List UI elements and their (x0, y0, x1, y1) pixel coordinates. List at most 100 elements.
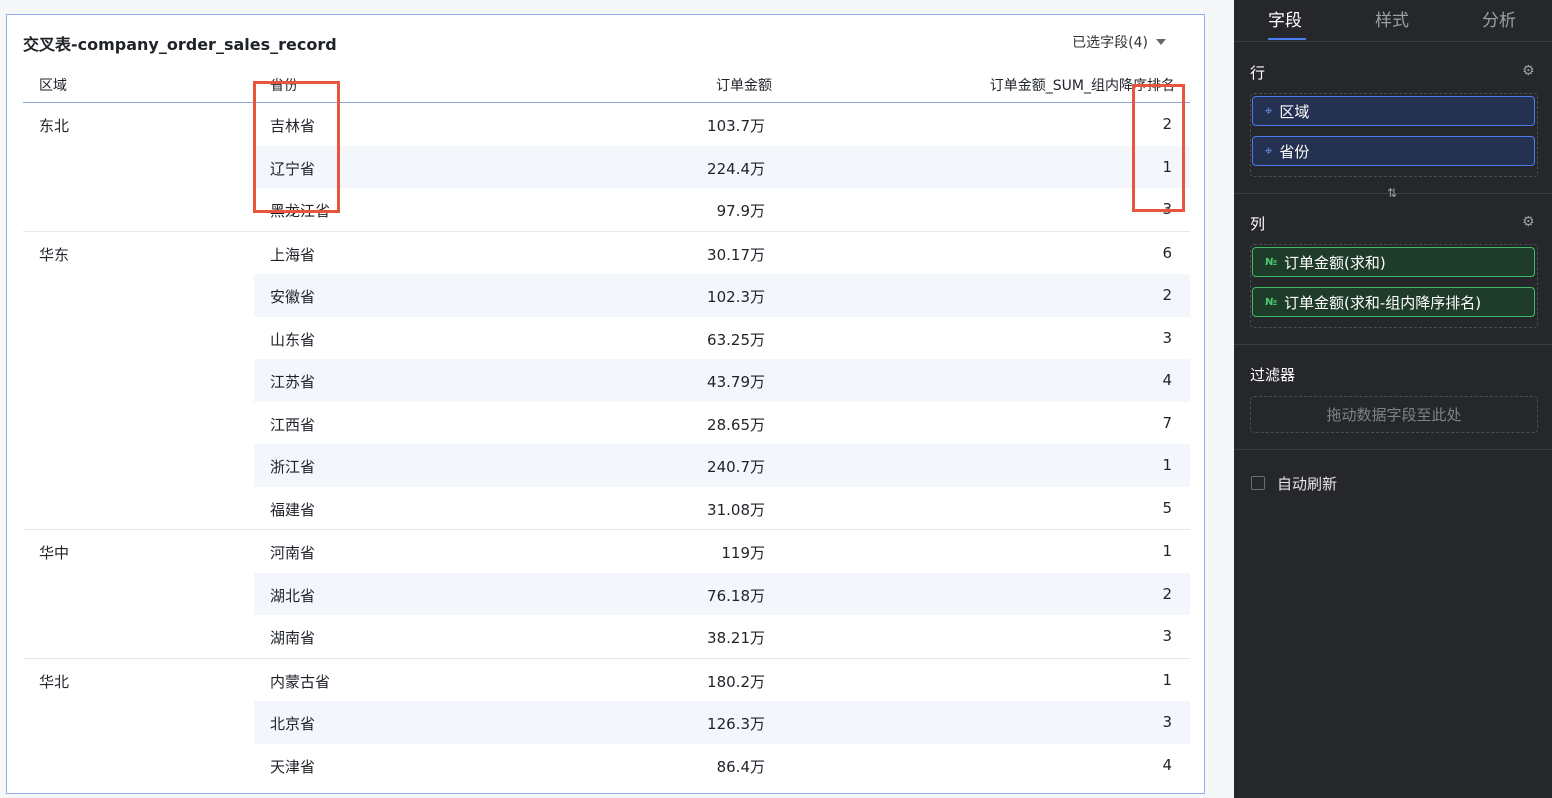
rank-cell: 5 (1162, 498, 1172, 517)
amount-cell: 76.18万 (707, 586, 765, 605)
row-field-pill-province[interactable]: ⌖ 省份 (1252, 136, 1535, 166)
card-title: 交叉表-company_order_sales_record (23, 35, 337, 54)
table-row[interactable]: 江苏省 43.79万 4 (254, 359, 1190, 402)
region-group: 华东 上海省 30.17万 6 安徽省 102.3万 2 山东省 63.25万 3 江苏省 43.79… (23, 232, 1190, 530)
active-tab-indicator (1268, 38, 1306, 40)
number-icon: № (1265, 256, 1278, 268)
number-icon: № (1265, 296, 1278, 308)
table-header: 区域 省份 订单金额 订单金额_SUM_组内降序排名 (23, 69, 1190, 103)
tab-style[interactable]: 样式 (1375, 6, 1409, 31)
columns-gear-icon[interactable]: ⚙ (1522, 215, 1536, 229)
amount-cell: 31.08万 (707, 500, 765, 519)
column-field-label: 订单金额(求和) (1284, 253, 1386, 272)
region-cell[interactable]: 华中 (39, 542, 69, 563)
table-row[interactable]: 河南省 119万 1 (254, 530, 1190, 573)
amount-cell: 43.79万 (707, 373, 765, 391)
column-field-pill-rank[interactable]: № 订单金额(求和-组内降序排名) (1252, 287, 1535, 317)
selected-fields-label: 已选字段(4) (1072, 35, 1148, 51)
table-row[interactable]: 福建省 31.08万 5 (254, 487, 1190, 530)
header-amount[interactable]: 订单金额 (716, 75, 772, 95)
location-pin-icon: ⌖ (1265, 143, 1273, 159)
row-field-pill-region[interactable]: ⌖ 区域 (1252, 96, 1535, 126)
section-divider (1234, 344, 1552, 345)
table-row[interactable]: 山东省 63.25万 3 (254, 317, 1190, 360)
amount-cell: 224.4万 (707, 159, 765, 178)
region-group: 华北 内蒙古省 180.2万 1 北京省 126.3万 3 天津省 86.4万 4 (23, 659, 1190, 787)
table-row[interactable]: 吉林省 103.7万 2 (254, 103, 1190, 146)
column-field-label: 订单金额(求和-组内降序排名) (1284, 293, 1482, 312)
province-cell: 江苏省 (270, 373, 316, 391)
auto-refresh-label: 自动刷新 (1277, 475, 1338, 493)
rows-section-title: 行 (1250, 64, 1266, 82)
amount-cell: 28.65万 (707, 415, 765, 434)
amount-cell: 103.7万 (707, 117, 765, 135)
region-group: 东北 吉林省 103.7万 2 辽宁省 224.4万 1 黑龙江省 97.9万 3 (23, 103, 1190, 232)
filter-section-title: 过滤器 (1250, 366, 1296, 384)
rank-cell: 1 (1162, 456, 1172, 474)
highlight-rank-box (1132, 84, 1185, 212)
province-cell: 湖北省 (270, 586, 316, 605)
rank-cell: 3 (1162, 713, 1172, 731)
cross-table: 区域 省份 订单金额 订单金额_SUM_组内降序排名 东北 吉林省 103.7万 2 辽… (23, 69, 1190, 786)
table-row[interactable]: 江西省 28.65万 7 (254, 402, 1190, 445)
province-cell: 河南省 (270, 544, 316, 562)
sidebar-tabs: 字段 样式 分析 (1234, 0, 1552, 42)
region-cell[interactable]: 东北 (39, 115, 69, 136)
amount-cell: 63.25万 (707, 330, 765, 349)
amount-cell: 119万 (721, 544, 765, 562)
location-pin-icon: ⌖ (1265, 103, 1273, 119)
rank-cell: 3 (1162, 328, 1172, 347)
table-row[interactable]: 天津省 86.4万 4 (254, 744, 1190, 787)
province-cell: 上海省 (270, 245, 316, 264)
auto-refresh-checkbox[interactable] (1251, 476, 1265, 490)
table-row[interactable]: 浙江省 240.7万 1 (254, 444, 1190, 487)
amount-cell: 38.21万 (707, 629, 765, 647)
province-cell: 湖南省 (270, 629, 316, 647)
table-body: 东北 吉林省 103.7万 2 辽宁省 224.4万 1 黑龙江省 97.9万 3 华东 上海省 30.… (23, 103, 1190, 786)
rank-cell: 2 (1162, 286, 1172, 304)
tab-fields[interactable]: 字段 (1268, 6, 1302, 31)
province-cell: 北京省 (270, 715, 316, 733)
row-field-label: 省份 (1279, 142, 1310, 161)
amount-cell: 102.3万 (707, 288, 765, 306)
section-divider (1234, 449, 1552, 450)
table-row[interactable]: 内蒙古省 180.2万 1 (254, 659, 1190, 702)
tab-analysis[interactable]: 分析 (1482, 6, 1516, 31)
table-row[interactable]: 湖南省 38.21万 3 (254, 615, 1190, 658)
selected-fields-dropdown[interactable]: 已选字段(4) (1072, 32, 1166, 52)
table-row[interactable]: 安徽省 102.3万 2 (254, 274, 1190, 317)
rank-cell: 1 (1162, 542, 1172, 560)
amount-cell: 180.2万 (707, 672, 765, 691)
province-cell: 福建省 (270, 500, 316, 519)
amount-cell: 126.3万 (707, 715, 765, 733)
columns-section-title: 列 (1250, 215, 1266, 233)
cross-table-card: 交叉表-company_order_sales_record 已选字段(4) 区… (6, 14, 1205, 794)
table-row[interactable]: 辽宁省 224.4万 1 (254, 145, 1190, 188)
rank-cell: 1 (1162, 670, 1172, 689)
region-cell[interactable]: 华东 (39, 244, 69, 265)
amount-cell: 240.7万 (707, 458, 765, 476)
column-field-pill-amount[interactable]: № 订单金额(求和) (1252, 247, 1535, 277)
swap-icon[interactable]: ⇅ (1387, 186, 1397, 200)
province-cell: 山东省 (270, 330, 316, 349)
province-cell: 天津省 (270, 757, 316, 776)
table-row[interactable]: 黑龙江省 97.9万 3 (254, 188, 1190, 231)
table-row[interactable]: 北京省 126.3万 3 (254, 701, 1190, 744)
header-region[interactable]: 区域 (39, 75, 67, 95)
rank-cell: 6 (1162, 243, 1172, 262)
province-cell: 浙江省 (270, 458, 316, 476)
rank-cell: 7 (1162, 413, 1172, 432)
province-cell: 江西省 (270, 415, 316, 434)
rows-gear-icon[interactable]: ⚙ (1522, 64, 1536, 78)
row-field-label: 区域 (1279, 102, 1310, 121)
amount-cell: 86.4万 (716, 757, 765, 776)
table-row[interactable]: 上海省 30.17万 6 (254, 232, 1190, 275)
amount-cell: 97.9万 (716, 202, 765, 220)
table-row[interactable]: 湖北省 76.18万 2 (254, 572, 1190, 615)
filter-drop-zone[interactable]: 拖动数据字段至此处 (1250, 396, 1538, 433)
province-cell: 内蒙古省 (270, 672, 331, 691)
region-cell[interactable]: 华北 (39, 671, 69, 692)
caret-down-icon (1156, 39, 1166, 45)
rank-cell: 4 (1162, 371, 1172, 389)
highlight-province-box (253, 81, 340, 213)
